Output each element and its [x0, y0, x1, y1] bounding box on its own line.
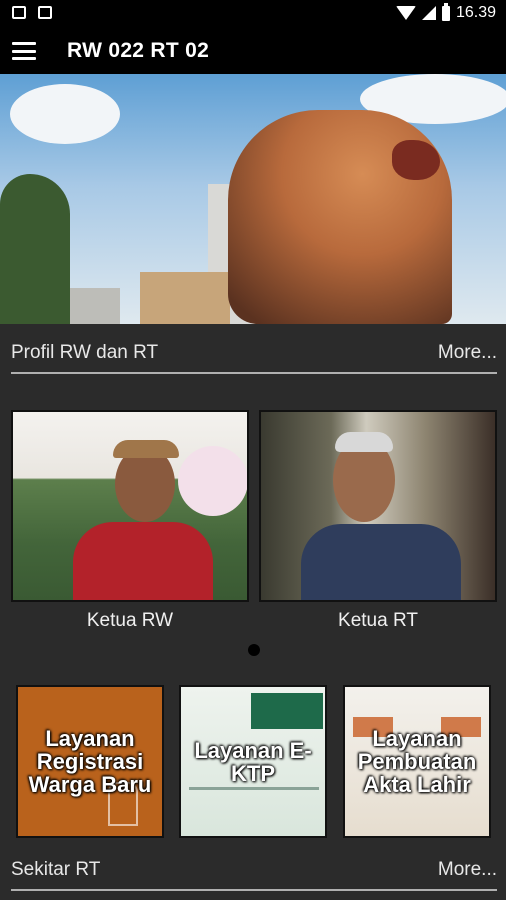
service-e-ktp-card[interactable]: Layanan E-KTP: [179, 685, 327, 838]
image-icon: [12, 6, 26, 19]
status-time: 16.39: [455, 4, 496, 21]
wifi-icon: [395, 6, 416, 20]
sekitar-more-link[interactable]: More...: [438, 859, 497, 881]
sekitar-section-title: Sekitar RT: [11, 859, 101, 880]
hamburger-menu-icon[interactable]: [12, 42, 36, 60]
status-bar: 16.39: [0, 0, 506, 28]
ketua-rw-card[interactable]: [11, 410, 249, 602]
signal-icon: [421, 6, 436, 20]
banner-carousel[interactable]: [0, 74, 506, 324]
app-bar: RW 022 RT 02: [0, 28, 506, 74]
service-registrasi-warga-text: Layanan Registrasi Warga Baru: [28, 726, 152, 797]
service-akta-lahir-card[interactable]: Layanan Pembuatan Akta Lahir: [343, 685, 491, 838]
service-e-ktp-text: Layanan E-KTP: [194, 737, 312, 786]
battery-icon: [441, 2, 450, 21]
ketua-rt-label: Ketua RT: [338, 610, 418, 631]
service-registrasi-warga-card[interactable]: Layanan Registrasi Warga Baru: [16, 685, 164, 838]
profile-page-indicator: [248, 644, 260, 656]
ketua-rt-card[interactable]: [259, 410, 497, 602]
ketua-rw-label: Ketua RW: [86, 610, 174, 631]
app-title: RW 022 RT 02: [67, 39, 210, 62]
sekitar-section-header: Sekitar RT More...: [11, 855, 497, 891]
profile-section-header: Profil RW dan RT More...: [11, 338, 497, 374]
service-akta-lahir-text: Layanan Pembuatan Akta Lahir: [357, 726, 477, 797]
profile-more-link[interactable]: More...: [438, 342, 497, 364]
profile-section-title: Profil RW dan RT: [11, 342, 159, 363]
android-icon: [38, 6, 52, 19]
